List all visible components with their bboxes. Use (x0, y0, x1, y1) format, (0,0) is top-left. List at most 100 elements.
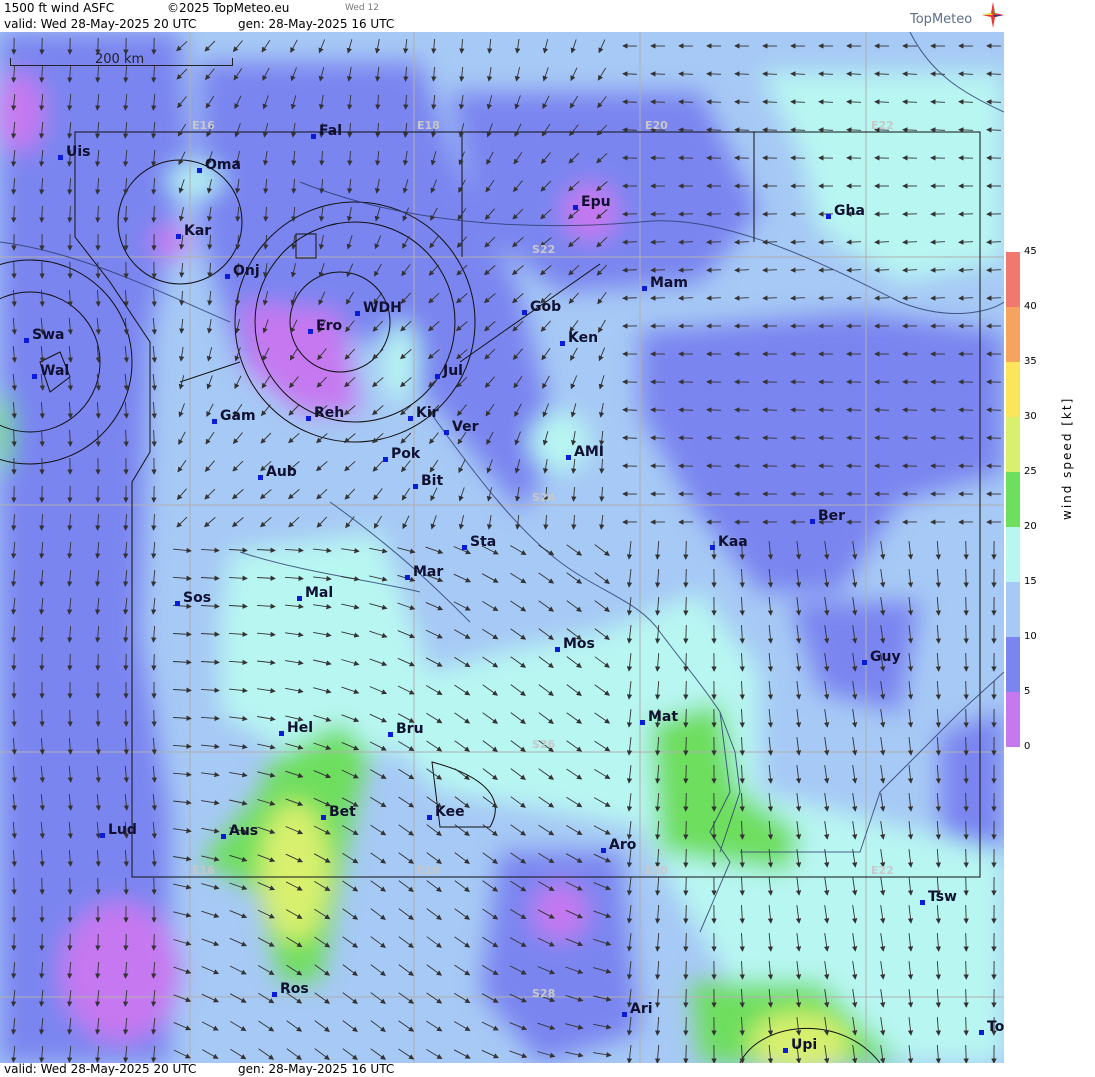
place-label: Ber (810, 508, 845, 524)
wind-arrow (963, 792, 969, 812)
wind-arrow (963, 988, 969, 1008)
wind-arrow (678, 267, 694, 273)
place-label: Hel (279, 720, 313, 736)
legend-tick: 20 (1024, 521, 1037, 532)
wind-arrow (678, 99, 694, 105)
place-marker (444, 430, 449, 435)
wind-arrow (963, 820, 969, 840)
place-label: Gob (522, 299, 561, 315)
wind-arrow (123, 709, 129, 727)
legend-tick: 15 (1024, 576, 1037, 587)
wind-arrow (874, 239, 890, 245)
wind-arrow (11, 653, 17, 671)
place-label: Mam (642, 275, 688, 291)
wind-arrow (678, 127, 694, 133)
wind-arrow (95, 709, 101, 727)
wind-arrow (874, 435, 890, 441)
wind-arrow (734, 239, 750, 245)
wind-arrow (151, 877, 157, 895)
wind-arrow (986, 295, 1002, 301)
wind-arrow (963, 1044, 969, 1063)
place-name: Aub (266, 464, 297, 480)
place-name: Aro (609, 837, 637, 853)
wind-arrow (678, 435, 694, 441)
grid-label-e22: E22 (871, 119, 894, 132)
wind-arrow (986, 239, 1002, 245)
place-name: Ken (568, 330, 599, 346)
place-name: Lud (108, 822, 137, 838)
place-name: AMI (574, 444, 604, 460)
grid-label-s28: S28 (532, 987, 556, 1000)
place-label: Kir (408, 405, 439, 421)
wind-arrow (151, 653, 157, 671)
wind-arrow (67, 877, 73, 895)
place-label: Ari (622, 1001, 653, 1017)
place-label: Upi (783, 1037, 817, 1053)
place-marker (212, 419, 217, 424)
place-label: Aus (221, 823, 258, 839)
wind-arrow (874, 295, 890, 301)
place-label: Aro (601, 837, 636, 853)
generated-time: gen: 28-May-2025 16 UTC (238, 17, 395, 31)
place-marker (642, 286, 647, 291)
place-name: Kee (435, 804, 465, 820)
place-marker (100, 833, 105, 838)
wind-arrow (958, 407, 974, 413)
header-bar: 1500 ft wind ASFC ©2025 TopMeteo.eu Wed … (0, 0, 1004, 32)
place-name: Fal (319, 123, 342, 139)
place-marker (826, 214, 831, 219)
place-marker (560, 341, 565, 346)
wind-arrow (67, 709, 73, 727)
wind-arrow (874, 71, 890, 77)
place-name: Upi (791, 1037, 818, 1053)
wind-arrow (683, 904, 689, 924)
place-name: Mat (648, 709, 679, 725)
wind-arrow (963, 736, 969, 756)
wind-arrow (683, 540, 689, 560)
place-label: Ver (444, 419, 478, 435)
wind-arrow (683, 792, 689, 812)
wind-arrow (706, 99, 722, 105)
wind-arrow (678, 295, 694, 301)
place-name: Kaa (718, 534, 748, 550)
wind-arrow (963, 624, 969, 644)
wind-arrow (622, 71, 638, 77)
footer-generated-time: gen: 28-May-2025 16 UTC (238, 1062, 395, 1076)
wind-arrow (958, 295, 974, 301)
place-marker (413, 484, 418, 489)
place-marker (197, 168, 202, 173)
wind-arrow (650, 295, 666, 301)
wind-arrow (678, 239, 694, 245)
wind-arrow (123, 933, 129, 951)
legend-color-band (1006, 252, 1020, 308)
wind-arrow (846, 99, 862, 105)
place-name: Oma (205, 157, 241, 173)
wind-arrow (683, 624, 689, 644)
wind-arrow (650, 99, 666, 105)
wind-arrow (762, 71, 778, 77)
wind-arrow (986, 407, 1002, 413)
wind-arrow (650, 239, 666, 245)
wind-arrow (650, 71, 666, 77)
footer-valid-time: valid: Wed 28-May-2025 20 UTC (4, 1062, 197, 1076)
legend-tick: 30 (1024, 411, 1037, 422)
place-label: Ero (308, 318, 342, 334)
wind-arrow (874, 407, 890, 413)
place-marker (225, 274, 230, 279)
place-marker (221, 834, 226, 839)
place-label: Epu (573, 194, 611, 210)
grid-label-s26: S26 (532, 738, 556, 751)
grid-label-e20-bottom: E20 (645, 864, 668, 877)
place-label: WDH (355, 300, 402, 316)
wind-arrow (151, 709, 157, 727)
place-marker (640, 720, 645, 725)
place-label: Gha (826, 203, 865, 219)
scale-bar: 200 km (10, 52, 233, 68)
place-name: Bru (396, 721, 424, 737)
grid-label-s24: S24 (532, 491, 556, 504)
wind-arrow (706, 71, 722, 77)
wind-arrow (67, 933, 73, 951)
place-marker (427, 815, 432, 820)
place-label: Uis (58, 144, 91, 160)
wind-arrow (930, 267, 946, 273)
